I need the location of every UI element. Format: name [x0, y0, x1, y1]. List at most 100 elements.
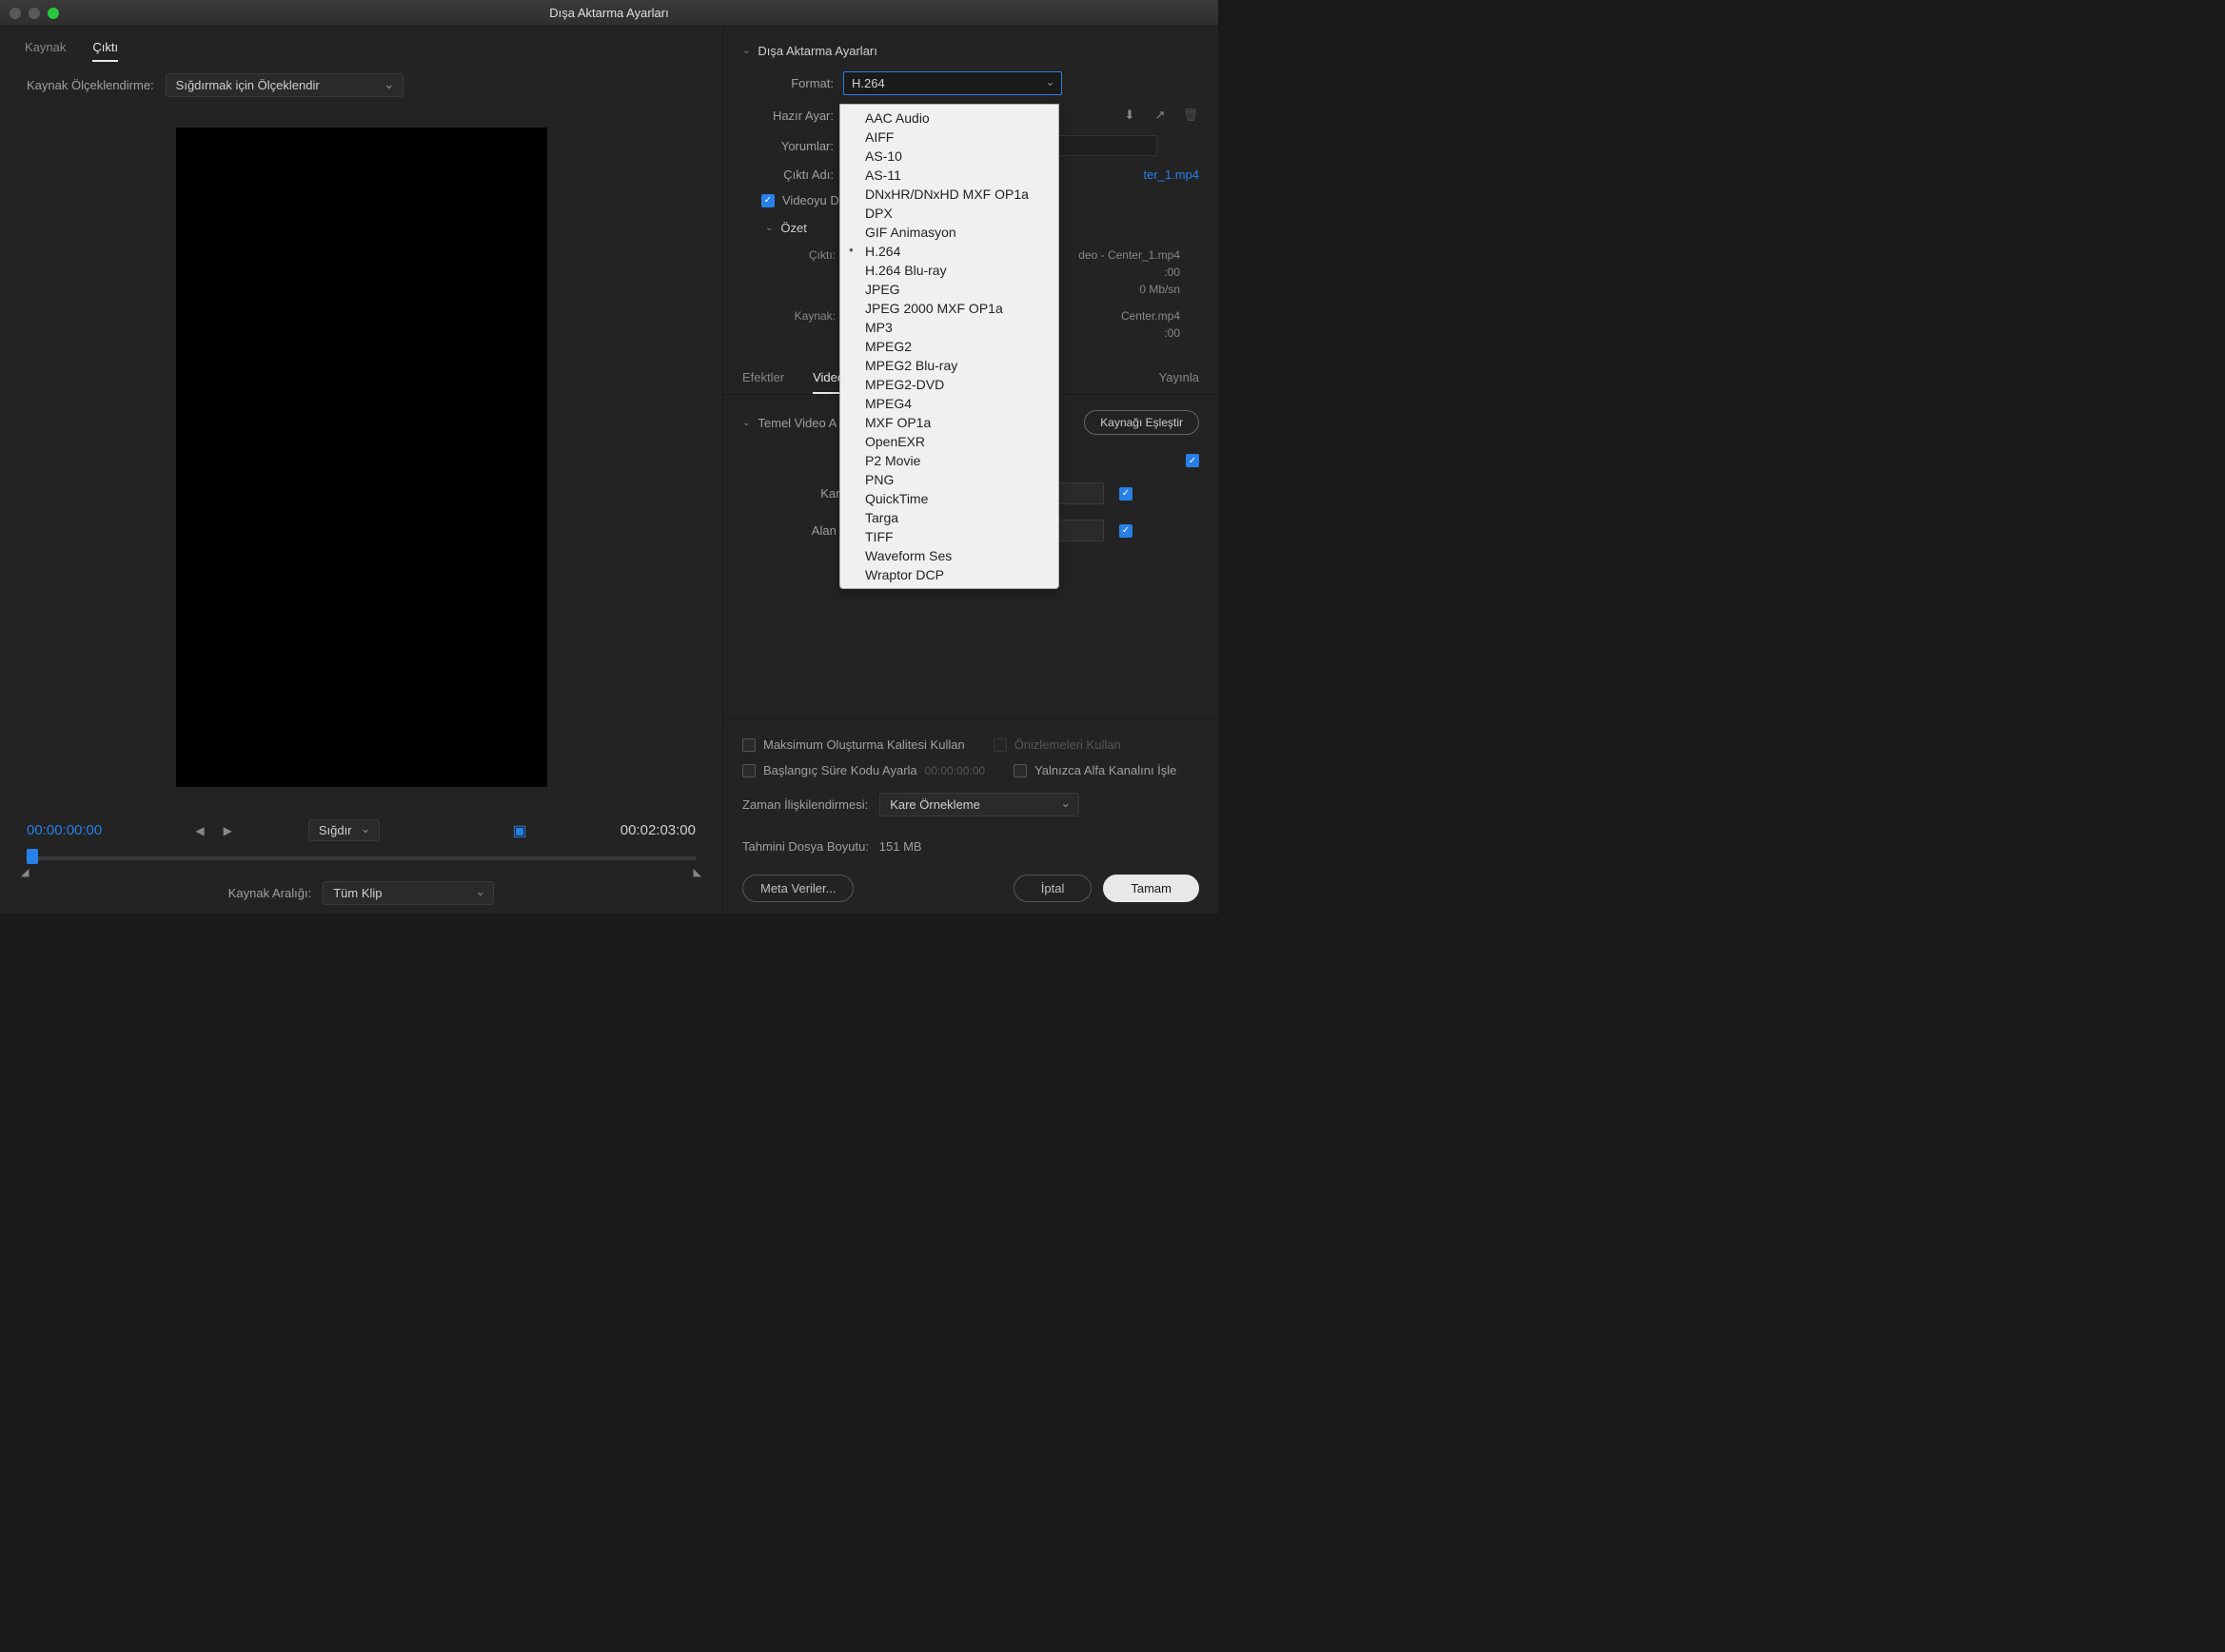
- summary-output-time: :00: [1164, 266, 1180, 279]
- import-preset-icon[interactable]: ↗: [1152, 107, 1169, 124]
- format-option[interactable]: DNxHR/DNxHD MXF OP1a: [840, 185, 1058, 204]
- timecode-start[interactable]: 00:00:00:00: [27, 822, 102, 838]
- format-option[interactable]: Waveform Ses: [840, 546, 1058, 565]
- save-preset-icon[interactable]: ⬇: [1121, 107, 1138, 124]
- scrubber-out-marker[interactable]: ◣: [694, 866, 701, 878]
- chevron-down-icon: ⌄: [742, 418, 750, 428]
- scaling-dropdown[interactable]: Sığdırmak için Ölçeklendir: [166, 73, 404, 97]
- timeline-scrubber[interactable]: ◢ ◣: [27, 856, 696, 860]
- timecode-end: 00:02:03:00: [620, 822, 696, 838]
- alpha-only-label: Yalnızca Alfa Kanalını İşle: [1034, 763, 1176, 777]
- source-range-value: Tüm Klip: [333, 886, 382, 900]
- format-label: Format:: [765, 76, 834, 90]
- format-row: Format: H.264: [742, 66, 1199, 101]
- export-settings-header[interactable]: ⌄ Dışa Aktarma Ayarları: [742, 36, 1199, 66]
- maximize-window-button[interactable]: [48, 8, 59, 19]
- scrubber-playhead[interactable]: [27, 849, 38, 864]
- format-option[interactable]: MPEG2-DVD: [840, 375, 1058, 394]
- frame-rate-match-checkbox[interactable]: [1119, 487, 1132, 501]
- next-frame-icon[interactable]: ▶: [224, 824, 232, 837]
- cancel-button[interactable]: İptal: [1014, 875, 1093, 902]
- format-option[interactable]: GIF Animasyon: [840, 223, 1058, 242]
- source-range-dropdown[interactable]: Tüm Klip: [323, 881, 494, 905]
- aspect-ratio-icon[interactable]: ▣: [513, 821, 527, 840]
- summary-output-bitrate: 0 Mb/sn: [1139, 283, 1180, 296]
- format-option[interactable]: H.264: [840, 242, 1058, 261]
- prev-frame-icon[interactable]: ◀: [195, 824, 204, 837]
- scaling-row: Kaynak Ölçeklendirme: Sığdırmak için Ölç…: [0, 62, 722, 108]
- max-quality-checkbox[interactable]: [742, 738, 756, 752]
- subtab-effects[interactable]: Efektler: [742, 370, 784, 394]
- export-video-checkbox[interactable]: [761, 194, 775, 207]
- export-video-label: Videoyu D: [782, 193, 839, 207]
- format-option[interactable]: PNG: [840, 470, 1058, 489]
- ok-button[interactable]: Tamam: [1103, 875, 1199, 902]
- subtab-publish[interactable]: Yayınla: [1159, 370, 1199, 394]
- time-controls: ◀ ▶ Sığdır ▣: [195, 819, 526, 841]
- preset-label: Hazır Ayar:: [765, 108, 834, 123]
- traffic-lights: [10, 8, 59, 19]
- format-option[interactable]: TIFF: [840, 527, 1058, 546]
- summary-output-label: Çıktı:: [784, 248, 836, 262]
- window-title: Dışa Aktarma Ayarları: [549, 6, 668, 20]
- zoom-fit-dropdown[interactable]: Sığdır: [308, 819, 380, 841]
- format-option[interactable]: MP3: [840, 318, 1058, 337]
- format-option[interactable]: DPX: [840, 204, 1058, 223]
- field-order-match-checkbox[interactable]: [1119, 524, 1132, 538]
- scaling-value: Sığdırmak için Ölçeklendir: [176, 78, 320, 92]
- tab-output[interactable]: Çıktı: [92, 40, 118, 62]
- time-interpolation-label: Zaman İlişkilendirmesi:: [742, 797, 868, 812]
- filesize-value: 151 MB: [879, 839, 922, 854]
- format-option[interactable]: MXF OP1a: [840, 413, 1058, 432]
- output-name-label: Çıktı Adı:: [765, 167, 834, 182]
- summary-output-file: deo - Center_1.mp4: [1078, 248, 1180, 262]
- format-value: H.264: [852, 76, 885, 90]
- use-previews-label: Önizlemeleri Kullan: [1014, 738, 1121, 752]
- format-option[interactable]: JPEG 2000 MXF OP1a: [840, 299, 1058, 318]
- format-option[interactable]: AIFF: [840, 128, 1058, 147]
- alpha-only-checkbox[interactable]: [1014, 764, 1027, 777]
- use-previews-checkbox: [994, 738, 1007, 752]
- estimated-filesize-row: Tahmini Dosya Boyutu: 151 MB: [742, 826, 1199, 867]
- chevron-down-icon: ⌄: [765, 223, 773, 233]
- source-range-label: Kaynak Aralığı:: [228, 886, 311, 900]
- preview-area: [0, 108, 722, 806]
- timeline-area: 00:00:00:00 ◀ ▶ Sığdır ▣ 00:02:03:00: [0, 806, 722, 924]
- basic-video-title: Temel Video A: [758, 416, 837, 430]
- format-option[interactable]: Targa: [840, 508, 1058, 527]
- start-timecode-checkbox[interactable]: [742, 764, 756, 777]
- format-option[interactable]: P2 Movie: [840, 451, 1058, 470]
- scaling-label: Kaynak Ölçeklendirme:: [27, 78, 154, 92]
- link-dimensions-checkbox[interactable]: [1186, 454, 1199, 467]
- chevron-down-icon: ⌄: [742, 46, 750, 56]
- format-option[interactable]: QuickTime: [840, 489, 1058, 508]
- tab-source[interactable]: Kaynak: [25, 40, 66, 62]
- metadata-button[interactable]: Meta Veriler...: [742, 875, 854, 902]
- titlebar: Dışa Aktarma Ayarları: [0, 0, 1218, 27]
- format-option[interactable]: AS-11: [840, 166, 1058, 185]
- scrubber-in-marker[interactable]: ◢: [21, 866, 29, 878]
- format-option[interactable]: AAC Audio: [840, 108, 1058, 128]
- format-option[interactable]: MPEG2 Blu-ray: [840, 356, 1058, 375]
- dialog-buttons: Meta Veriler... İptal Tamam: [742, 867, 1199, 902]
- close-window-button[interactable]: [10, 8, 21, 19]
- format-option[interactable]: MPEG4: [840, 394, 1058, 413]
- format-option[interactable]: OpenEXR: [840, 432, 1058, 451]
- format-option[interactable]: H.264 Blu-ray: [840, 261, 1058, 280]
- video-preview[interactable]: [176, 128, 547, 787]
- format-dropdown-trigger[interactable]: H.264: [843, 71, 1062, 95]
- format-dropdown-menu[interactable]: AAC AudioAIFFAS-10AS-11DNxHR/DNxHD MXF O…: [839, 104, 1059, 589]
- summary-title: Özet: [780, 221, 806, 235]
- format-option[interactable]: AS-10: [840, 147, 1058, 166]
- format-option[interactable]: JPEG: [840, 280, 1058, 299]
- format-option[interactable]: MPEG2: [840, 337, 1058, 356]
- time-interpolation-dropdown[interactable]: Kare Örnekleme: [879, 793, 1079, 816]
- bottom-options: Maksimum Oluşturma Kalitesi Kullan Önizl…: [723, 719, 1218, 914]
- format-option[interactable]: Wraptor DCP: [840, 565, 1058, 584]
- start-timecode-label: Başlangıç Süre Kodu Ayarla: [763, 763, 917, 777]
- preview-panel: Kaynak Çıktı Kaynak Ölçeklendirme: Sığdı…: [0, 27, 723, 914]
- match-source-button[interactable]: Kaynağı Eşleştir: [1084, 410, 1199, 435]
- source-range-row: Kaynak Aralığı: Tüm Klip: [27, 881, 696, 905]
- output-name-link[interactable]: ter_1.mp4: [1143, 167, 1199, 182]
- minimize-window-button[interactable]: [29, 8, 40, 19]
